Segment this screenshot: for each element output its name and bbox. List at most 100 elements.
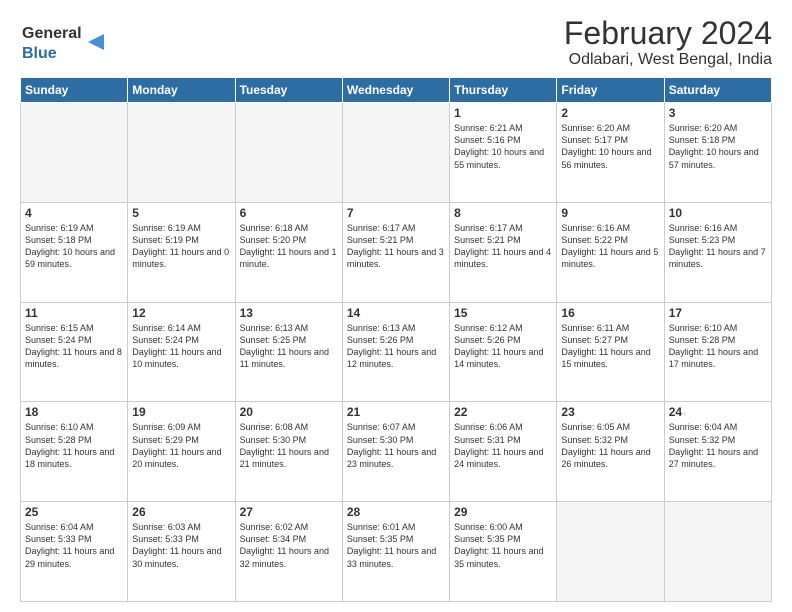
calendar-cell: 4 Sunrise: 6:19 AM Sunset: 5:18 PM Daylig… bbox=[21, 202, 128, 302]
calendar-cell bbox=[21, 103, 128, 203]
day-number: 11 bbox=[25, 306, 123, 320]
day-number: 9 bbox=[561, 206, 659, 220]
calendar-cell: 26 Sunrise: 6:03 AM Sunset: 5:33 PM Dayli… bbox=[128, 502, 235, 602]
calendar-cell: 23 Sunrise: 6:05 AM Sunset: 5:32 PM Dayli… bbox=[557, 402, 664, 502]
day-number: 2 bbox=[561, 106, 659, 120]
day-number: 8 bbox=[454, 206, 552, 220]
day-number: 18 bbox=[25, 405, 123, 419]
calendar-cell bbox=[557, 502, 664, 602]
calendar-cell: 15 Sunrise: 6:12 AM Sunset: 5:26 PM Dayli… bbox=[450, 302, 557, 402]
day-info: Sunrise: 6:11 AM Sunset: 5:27 PM Dayligh… bbox=[561, 322, 659, 371]
calendar-cell: 6 Sunrise: 6:18 AM Sunset: 5:20 PM Daylig… bbox=[235, 202, 342, 302]
day-number: 5 bbox=[132, 206, 230, 220]
day-info: Sunrise: 6:19 AM Sunset: 5:19 PM Dayligh… bbox=[132, 222, 230, 271]
calendar-cell: 17Sunrise: 6:10 AM Sunset: 5:28 PM Dayli… bbox=[664, 302, 771, 402]
day-number: 10 bbox=[669, 206, 767, 220]
day-info: Sunrise: 6:15 AM Sunset: 5:24 PM Dayligh… bbox=[25, 322, 123, 371]
calendar-cell: 10 Sunrise: 6:16 AM Sunset: 5:23 PM Dayli… bbox=[664, 202, 771, 302]
title-block: February 2024 Odlabari, West Bengal, Ind… bbox=[564, 16, 772, 69]
day-info: Sunrise: 6:02 AM Sunset: 5:34 PM Dayligh… bbox=[240, 521, 338, 570]
calendar-cell: 19 Sunrise: 6:09 AM Sunset: 5:29 PM Dayli… bbox=[128, 402, 235, 502]
day-number: 19 bbox=[132, 405, 230, 419]
calendar-week-4: 18 Sunrise: 6:10 AM Sunset: 5:28 PM Dayli… bbox=[21, 402, 772, 502]
day-number: 16 bbox=[561, 306, 659, 320]
day-info: Sunrise: 6:13 AM Sunset: 5:25 PM Dayligh… bbox=[240, 322, 338, 371]
day-number: 6 bbox=[240, 206, 338, 220]
header-row: Sunday Monday Tuesday Wednesday Thursday… bbox=[21, 78, 772, 103]
calendar-cell: 25 Sunrise: 6:04 AM Sunset: 5:33 PM Dayli… bbox=[21, 502, 128, 602]
day-info: Sunrise: 6:04 AM Sunset: 5:32 PM Dayligh… bbox=[669, 421, 767, 470]
day-info: Sunrise: 6:10 AM Sunset: 5:28 PM Dayligh… bbox=[25, 421, 123, 470]
calendar-body: 1 Sunrise: 6:21 AM Sunset: 5:16 PM Daylig… bbox=[21, 103, 772, 602]
col-thursday: Thursday bbox=[450, 78, 557, 103]
col-friday: Friday bbox=[557, 78, 664, 103]
day-info: Sunrise: 6:16 AM Sunset: 5:23 PM Dayligh… bbox=[669, 222, 767, 271]
day-number: 22 bbox=[454, 405, 552, 419]
day-number: 12 bbox=[132, 306, 230, 320]
day-info: Sunrise: 6:04 AM Sunset: 5:33 PM Dayligh… bbox=[25, 521, 123, 570]
day-number: 1 bbox=[454, 106, 552, 120]
calendar-cell: 29Sunrise: 6:00 AM Sunset: 5:35 PM Dayli… bbox=[450, 502, 557, 602]
calendar-cell: 24 Sunrise: 6:04 AM Sunset: 5:32 PM Dayli… bbox=[664, 402, 771, 502]
svg-text:Blue: Blue bbox=[22, 45, 57, 62]
day-number: 14 bbox=[347, 306, 445, 320]
calendar-cell: 7 Sunrise: 6:17 AM Sunset: 5:21 PM Daylig… bbox=[342, 202, 449, 302]
calendar-subtitle: Odlabari, West Bengal, India bbox=[564, 51, 772, 69]
calendar-cell: 12 Sunrise: 6:14 AM Sunset: 5:24 PM Dayli… bbox=[128, 302, 235, 402]
day-info: Sunrise: 6:17 AM Sunset: 5:21 PM Dayligh… bbox=[454, 222, 552, 271]
day-info: Sunrise: 6:19 AM Sunset: 5:18 PM Dayligh… bbox=[25, 222, 123, 271]
calendar-title: February 2024 bbox=[564, 16, 772, 51]
day-number: 27 bbox=[240, 505, 338, 519]
calendar-cell: 1 Sunrise: 6:21 AM Sunset: 5:16 PM Daylig… bbox=[450, 103, 557, 203]
calendar-cell bbox=[235, 103, 342, 203]
day-number: 15 bbox=[454, 306, 552, 320]
logo-svg: General Blue bbox=[20, 16, 110, 64]
day-number: 20 bbox=[240, 405, 338, 419]
calendar-cell: 9 Sunrise: 6:16 AM Sunset: 5:22 PM Daylig… bbox=[557, 202, 664, 302]
calendar-cell bbox=[342, 103, 449, 203]
day-info: Sunrise: 6:03 AM Sunset: 5:33 PM Dayligh… bbox=[132, 521, 230, 570]
col-tuesday: Tuesday bbox=[235, 78, 342, 103]
day-info: Sunrise: 6:18 AM Sunset: 5:20 PM Dayligh… bbox=[240, 222, 338, 271]
calendar-cell bbox=[664, 502, 771, 602]
day-info: Sunrise: 6:01 AM Sunset: 5:35 PM Dayligh… bbox=[347, 521, 445, 570]
day-number: 28 bbox=[347, 505, 445, 519]
calendar-cell: 22 Sunrise: 6:06 AM Sunset: 5:31 PM Dayli… bbox=[450, 402, 557, 502]
calendar-cell: 13 Sunrise: 6:13 AM Sunset: 5:25 PM Dayli… bbox=[235, 302, 342, 402]
calendar-cell: 28 Sunrise: 6:01 AM Sunset: 5:35 PM Dayli… bbox=[342, 502, 449, 602]
day-number: 13 bbox=[240, 306, 338, 320]
day-info: Sunrise: 6:06 AM Sunset: 5:31 PM Dayligh… bbox=[454, 421, 552, 470]
day-info: Sunrise: 6:10 AM Sunset: 5:28 PM Dayligh… bbox=[669, 322, 767, 371]
calendar-cell: 11 Sunrise: 6:15 AM Sunset: 5:24 PM Dayli… bbox=[21, 302, 128, 402]
calendar-cell: 14Sunrise: 6:13 AM Sunset: 5:26 PM Dayli… bbox=[342, 302, 449, 402]
calendar-week-2: 4 Sunrise: 6:19 AM Sunset: 5:18 PM Daylig… bbox=[21, 202, 772, 302]
day-info: Sunrise: 6:16 AM Sunset: 5:22 PM Dayligh… bbox=[561, 222, 659, 271]
day-number: 3 bbox=[669, 106, 767, 120]
day-info: Sunrise: 6:20 AM Sunset: 5:18 PM Dayligh… bbox=[669, 122, 767, 171]
day-info: Sunrise: 6:09 AM Sunset: 5:29 PM Dayligh… bbox=[132, 421, 230, 470]
day-info: Sunrise: 6:12 AM Sunset: 5:26 PM Dayligh… bbox=[454, 322, 552, 371]
day-number: 26 bbox=[132, 505, 230, 519]
day-number: 23 bbox=[561, 405, 659, 419]
day-info: Sunrise: 6:05 AM Sunset: 5:32 PM Dayligh… bbox=[561, 421, 659, 470]
col-monday: Monday bbox=[128, 78, 235, 103]
calendar-cell: 5 Sunrise: 6:19 AM Sunset: 5:19 PM Daylig… bbox=[128, 202, 235, 302]
day-number: 21 bbox=[347, 405, 445, 419]
day-info: Sunrise: 6:07 AM Sunset: 5:30 PM Dayligh… bbox=[347, 421, 445, 470]
calendar-cell: 20Sunrise: 6:08 AM Sunset: 5:30 PM Dayli… bbox=[235, 402, 342, 502]
day-number: 7 bbox=[347, 206, 445, 220]
day-info: Sunrise: 6:14 AM Sunset: 5:24 PM Dayligh… bbox=[132, 322, 230, 371]
calendar-header: Sunday Monday Tuesday Wednesday Thursday… bbox=[21, 78, 772, 103]
header: General Blue February 2024 Odlabari, Wes… bbox=[20, 16, 772, 69]
day-number: 24 bbox=[669, 405, 767, 419]
calendar-cell: 3 Sunrise: 6:20 AM Sunset: 5:18 PM Daylig… bbox=[664, 103, 771, 203]
day-number: 4 bbox=[25, 206, 123, 220]
day-number: 25 bbox=[25, 505, 123, 519]
calendar-cell: 21 Sunrise: 6:07 AM Sunset: 5:30 PM Dayli… bbox=[342, 402, 449, 502]
calendar-week-5: 25 Sunrise: 6:04 AM Sunset: 5:33 PM Dayli… bbox=[21, 502, 772, 602]
calendar-cell: 8 Sunrise: 6:17 AM Sunset: 5:21 PM Daylig… bbox=[450, 202, 557, 302]
calendar-cell: 16 Sunrise: 6:11 AM Sunset: 5:27 PM Dayli… bbox=[557, 302, 664, 402]
day-info: Sunrise: 6:21 AM Sunset: 5:16 PM Dayligh… bbox=[454, 122, 552, 171]
calendar-cell: 27 Sunrise: 6:02 AM Sunset: 5:34 PM Dayli… bbox=[235, 502, 342, 602]
day-info: Sunrise: 6:17 AM Sunset: 5:21 PM Dayligh… bbox=[347, 222, 445, 271]
